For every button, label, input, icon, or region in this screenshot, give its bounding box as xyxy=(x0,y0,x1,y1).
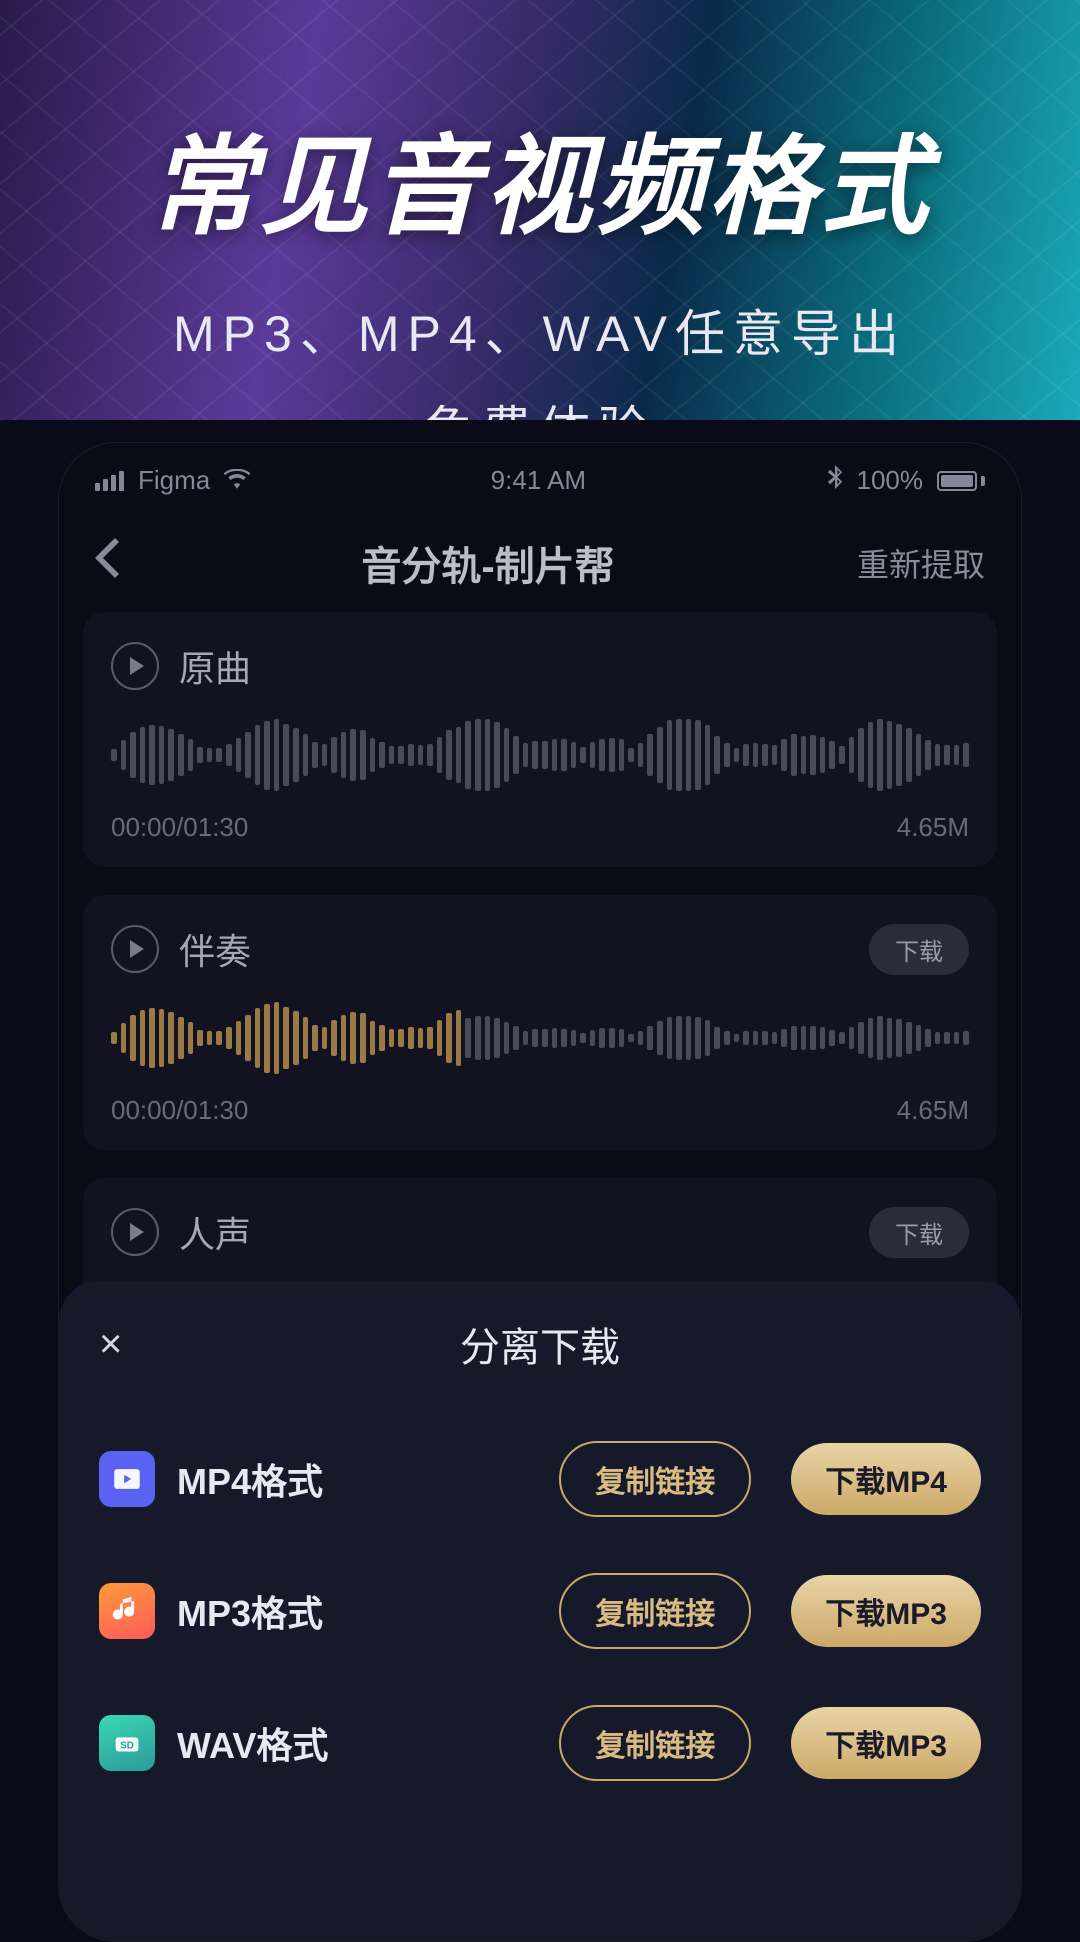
download-button[interactable]: 下载MP4 xyxy=(791,1443,981,1515)
battery-icon xyxy=(937,471,985,491)
copy-link-button[interactable]: 复制链接 xyxy=(559,1573,751,1649)
wifi-icon xyxy=(224,465,250,496)
hero-subtitle-1: MP3、MP4、WAV任意导出 xyxy=(0,294,1080,366)
track-time: 00:00/01:30 xyxy=(111,1095,248,1126)
download-button[interactable]: 下载MP3 xyxy=(791,1707,981,1779)
waveform[interactable] xyxy=(111,716,969,794)
wav-icon: SD xyxy=(99,1715,155,1771)
track-name: 伴奏 xyxy=(179,923,251,975)
play-button[interactable] xyxy=(111,1208,159,1256)
track-name: 人声 xyxy=(179,1206,251,1258)
reextract-button[interactable]: 重新提取 xyxy=(857,540,985,586)
status-bar: Figma 9:41 AM 100% xyxy=(59,443,1021,506)
download-chip[interactable]: 下载 xyxy=(869,1207,969,1258)
sheet-title: 分离下载 xyxy=(99,1315,981,1373)
hero-subtitle-2: 免费体验 xyxy=(0,390,1080,420)
format-label: WAV格式 xyxy=(177,1717,537,1769)
copy-link-button[interactable]: 复制链接 xyxy=(559,1441,751,1517)
back-button[interactable] xyxy=(95,538,119,588)
format-row: MP3格式复制链接下载MP3 xyxy=(99,1545,981,1677)
copy-link-button[interactable]: 复制链接 xyxy=(559,1705,751,1781)
track-name: 原曲 xyxy=(179,640,251,692)
track-size: 4.65M xyxy=(897,1095,969,1126)
format-row: SD WAV格式复制链接下载MP3 xyxy=(99,1677,981,1809)
download-sheet: × 分离下载 MP4格式复制链接下载MP4MP3格式复制链接下载MP3SDWAV… xyxy=(59,1281,1021,1941)
page-title: 音分轨-制片帮 xyxy=(361,534,614,592)
hero-title: 常见音视频格式 xyxy=(0,100,1080,256)
signal-icon xyxy=(95,471,124,491)
download-chip[interactable]: 下载 xyxy=(869,924,969,975)
format-row: MP4格式复制链接下载MP4 xyxy=(99,1413,981,1545)
bluetooth-icon xyxy=(827,465,843,496)
phone-frame: Figma 9:41 AM 100% 音分轨-制片帮 重新提取 原曲 00:00/… xyxy=(58,442,1022,1942)
format-label: MP3格式 xyxy=(177,1585,537,1637)
format-label: MP4格式 xyxy=(177,1453,537,1505)
track-size: 4.65M xyxy=(897,812,969,843)
waveform[interactable] xyxy=(111,999,969,1077)
track-time: 00:00/01:30 xyxy=(111,812,248,843)
track-card: 伴奏 下载 00:00/01:30 4.65M xyxy=(83,895,997,1150)
play-button[interactable] xyxy=(111,642,159,690)
carrier-label: Figma xyxy=(138,465,210,496)
status-time: 9:41 AM xyxy=(491,465,586,496)
track-card: 原曲 00:00/01:30 4.65M xyxy=(83,612,997,867)
download-button[interactable]: 下载MP3 xyxy=(791,1575,981,1647)
play-button[interactable] xyxy=(111,925,159,973)
top-bar: 音分轨-制片帮 重新提取 xyxy=(59,506,1021,612)
mp4-icon xyxy=(99,1451,155,1507)
mp3-icon xyxy=(99,1583,155,1639)
hero-banner: 常见音视频格式 MP3、MP4、WAV任意导出 免费体验 xyxy=(0,0,1080,420)
battery-label: 100% xyxy=(857,465,924,496)
svg-text:SD: SD xyxy=(120,1741,134,1752)
